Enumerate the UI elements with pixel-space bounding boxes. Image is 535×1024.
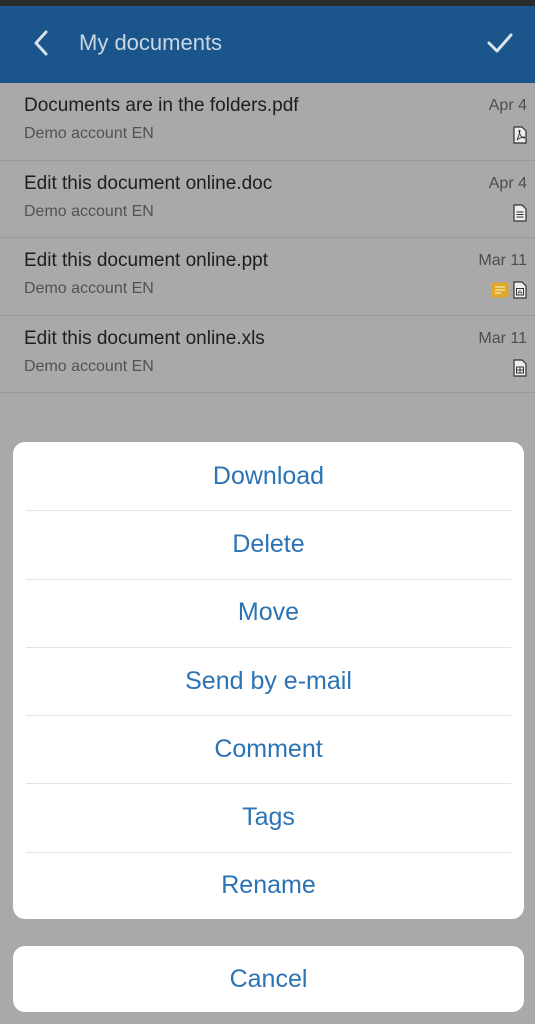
document-date: Apr 4 (488, 97, 527, 114)
action-sheet: Download Delete Move Send by e-mail Comm… (13, 442, 524, 919)
comment-button[interactable]: Comment (13, 715, 524, 783)
document-date: Apr 4 (488, 174, 527, 192)
document-list: Documents are in the folders.pdf Demo ac… (0, 83, 535, 393)
doc-file-icon (513, 203, 527, 222)
rename-button[interactable]: Rename (13, 851, 524, 919)
pdf-file-icon (513, 126, 527, 144)
xls-file-icon (513, 358, 527, 377)
document-row[interactable]: Edit this document online.doc Demo accou… (0, 160, 535, 238)
back-button[interactable] (26, 28, 56, 58)
tags-button[interactable]: Tags (13, 783, 524, 851)
page-title: My documents (79, 30, 223, 55)
document-owner: Demo account EN (24, 125, 154, 142)
document-name: Edit this document online.xls (24, 327, 265, 349)
cancel-button[interactable]: Cancel (13, 946, 524, 1012)
document-name: Edit this document online.ppt (24, 250, 268, 271)
checkmark-icon (487, 33, 513, 53)
document-date: Mar 11 (478, 252, 527, 269)
delete-button[interactable]: Delete (13, 510, 524, 578)
send-by-email-button[interactable]: Send by e-mail (13, 646, 524, 715)
document-owner: Demo account EN (24, 280, 154, 297)
move-button[interactable]: Move (13, 578, 524, 647)
document-owner: Demo account EN (24, 357, 154, 375)
document-owner: Demo account EN (24, 202, 154, 220)
comment-note-icon (491, 282, 509, 298)
app-header: My documents (0, 6, 535, 83)
document-row[interactable]: Documents are in the folders.pdf Demo ac… (0, 83, 535, 161)
document-name: Documents are in the folders.pdf (24, 95, 299, 116)
document-row[interactable]: Edit this document online.ppt Demo accou… (0, 238, 535, 316)
ppt-file-icon (513, 281, 527, 299)
document-name: Edit this document online.doc (24, 172, 273, 194)
document-date: Mar 11 (478, 329, 527, 347)
document-row[interactable]: Edit this document online.xls Demo accou… (0, 315, 535, 393)
confirm-button[interactable] (485, 28, 515, 58)
chevron-left-icon (34, 30, 48, 56)
download-button[interactable]: Download (13, 442, 524, 510)
